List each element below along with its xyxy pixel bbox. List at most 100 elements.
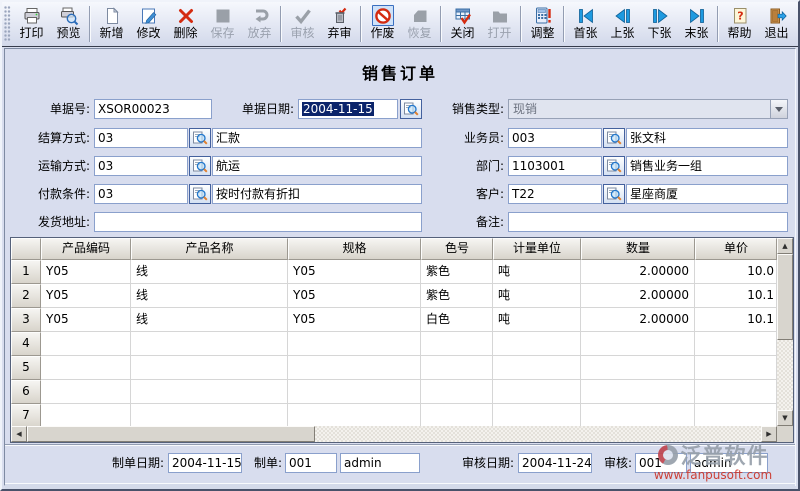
transport-lookup-button[interactable] (189, 156, 211, 176)
column-header-unit[interactable]: 计量单位 (493, 238, 581, 260)
cell-product-code[interactable]: Y05 (41, 260, 131, 284)
department-code-field[interactable]: 1103001 (508, 156, 602, 176)
cell-product-code[interactable] (41, 380, 131, 404)
cell-spec[interactable]: Y05 (288, 308, 421, 332)
sales-type-dropdown[interactable]: 现销 (508, 99, 788, 119)
row-number[interactable]: 3 (11, 308, 41, 332)
cell-price[interactable] (695, 332, 777, 356)
cell-color[interactable] (421, 380, 493, 404)
cell-color[interactable] (421, 404, 493, 426)
scroll-left-icon[interactable]: ◀ (11, 426, 27, 442)
scroll-right-icon[interactable]: ▶ (761, 426, 777, 442)
cell-qty[interactable]: 2.00000 (581, 284, 695, 308)
column-header-product-code[interactable]: 产品编码 (41, 238, 131, 260)
cell-unit[interactable] (493, 404, 581, 426)
ship-address-field[interactable] (94, 212, 422, 232)
next-record-button[interactable]: 下张 (641, 5, 678, 41)
remark-field[interactable] (508, 212, 788, 232)
toolbar-gripper[interactable] (4, 6, 11, 42)
last-record-button[interactable]: 末张 (678, 5, 715, 41)
auditor-code-field[interactable]: 001 (635, 453, 687, 473)
cell-spec[interactable] (288, 380, 421, 404)
cell-unit[interactable] (493, 332, 581, 356)
salesperson-code-field[interactable]: 003 (508, 128, 602, 148)
cell-unit[interactable]: 吨 (493, 308, 581, 332)
payment-terms-lookup-button[interactable] (189, 184, 211, 204)
auditor-name-field[interactable]: admin (690, 453, 768, 473)
settlement-code-field[interactable]: 03 (94, 128, 188, 148)
cell-qty[interactable] (581, 332, 695, 356)
void-button[interactable]: 作废 (364, 5, 401, 41)
cell-color[interactable] (421, 356, 493, 380)
salesperson-name-field[interactable]: 张文科 (626, 128, 788, 148)
cell-unit[interactable]: 吨 (493, 284, 581, 308)
cell-color[interactable]: 紫色 (421, 284, 493, 308)
cell-product-name[interactable]: 线 (131, 308, 288, 332)
cell-price[interactable] (695, 356, 777, 380)
cell-color[interactable]: 白色 (421, 308, 493, 332)
column-header-spec[interactable]: 规格 (288, 238, 421, 260)
cell-product-name[interactable]: 线 (131, 284, 288, 308)
modify-button[interactable]: 修改 (130, 5, 167, 41)
cell-color[interactable]: 紫色 (421, 260, 493, 284)
cell-price[interactable] (695, 404, 777, 426)
cell-qty[interactable]: 2.00000 (581, 260, 695, 284)
settlement-lookup-button[interactable] (189, 128, 211, 148)
cell-qty[interactable] (581, 404, 695, 426)
cell-qty[interactable] (581, 380, 695, 404)
cell-spec[interactable]: Y05 (288, 284, 421, 308)
row-number[interactable]: 7 (11, 404, 41, 426)
close-button[interactable]: 关闭 (444, 5, 481, 41)
creator-name-field[interactable]: admin (340, 453, 420, 473)
cell-unit[interactable]: 吨 (493, 260, 581, 284)
doc-no-field[interactable]: XSOR00023 (94, 99, 212, 119)
row-number[interactable]: 5 (11, 356, 41, 380)
column-header-price[interactable]: 单价 (695, 238, 777, 260)
vertical-scrollbar[interactable]: ▲ ▼ (777, 238, 793, 426)
created-date-field[interactable]: 2004-11-15 (168, 453, 242, 473)
row-number[interactable]: 4 (11, 332, 41, 356)
cell-qty[interactable]: 2.00000 (581, 308, 695, 332)
unaudit-button[interactable]: 弃审 (321, 5, 358, 41)
cell-unit[interactable] (493, 356, 581, 380)
column-header-color[interactable]: 色号 (421, 238, 493, 260)
column-header-qty[interactable]: 数量 (581, 238, 695, 260)
vertical-scroll-thumb[interactable] (777, 254, 793, 340)
cell-product-name[interactable] (131, 380, 288, 404)
audit-date-field[interactable]: 2004-11-24 (518, 453, 592, 473)
cell-price[interactable]: 10.0 (695, 260, 777, 284)
doc-date-lookup-button[interactable] (400, 99, 422, 119)
row-number[interactable]: 2 (11, 284, 41, 308)
cell-spec[interactable]: Y05 (288, 260, 421, 284)
cell-unit[interactable] (493, 380, 581, 404)
cell-product-name[interactable]: 线 (131, 260, 288, 284)
customer-lookup-button[interactable] (603, 184, 625, 204)
cell-product-code[interactable] (41, 404, 131, 426)
cell-price[interactable] (695, 380, 777, 404)
row-number[interactable]: 1 (11, 260, 41, 284)
department-lookup-button[interactable] (603, 156, 625, 176)
new-button[interactable]: 新增 (93, 5, 130, 41)
previous-record-button[interactable]: 上张 (604, 5, 641, 41)
row-number[interactable]: 6 (11, 380, 41, 404)
payment-terms-code-field[interactable]: 03 (94, 184, 188, 204)
help-button[interactable]: ? 帮助 (721, 5, 758, 41)
cell-spec[interactable] (288, 404, 421, 426)
preview-button[interactable]: 预览 (50, 5, 87, 41)
cell-price[interactable]: 10.1 (695, 308, 777, 332)
cell-color[interactable] (421, 332, 493, 356)
exit-button[interactable]: 退出 (758, 5, 795, 41)
settlement-name-field[interactable]: 汇款 (212, 128, 422, 148)
cell-product-code[interactable] (41, 332, 131, 356)
cell-spec[interactable] (288, 332, 421, 356)
payment-terms-name-field[interactable]: 按时付款有折扣 (212, 184, 422, 204)
first-record-button[interactable]: 首张 (567, 5, 604, 41)
cell-product-code[interactable]: Y05 (41, 308, 131, 332)
horizontal-scrollbar[interactable]: ◀ ▶ (11, 426, 777, 442)
print-button[interactable]: 打印 (13, 5, 50, 41)
cell-product-name[interactable] (131, 356, 288, 380)
horizontal-scroll-thumb[interactable] (27, 426, 315, 442)
chevron-down-icon[interactable] (770, 100, 787, 118)
scroll-up-icon[interactable]: ▲ (777, 238, 793, 254)
cell-product-code[interactable]: Y05 (41, 284, 131, 308)
